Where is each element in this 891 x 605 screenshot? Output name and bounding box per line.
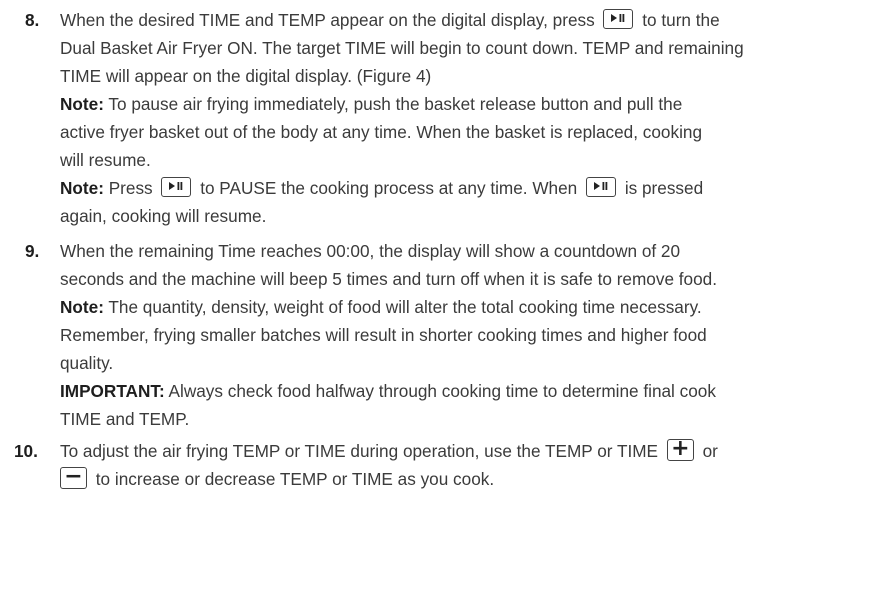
plus-icon: +	[666, 438, 694, 462]
step-text: to PAUSE the cooking process at any time…	[200, 178, 578, 198]
step-text: quality.	[60, 353, 114, 373]
step-text: TIME and TEMP.	[60, 409, 190, 429]
step-number: 10.	[14, 441, 38, 461]
step-8: 8. When the desired TIME and TEMP appear…	[25, 6, 880, 230]
note-label: Note:	[60, 178, 104, 198]
step-text: again, cooking will resume.	[60, 206, 267, 226]
manual-page: 8. When the desired TIME and TEMP appear…	[0, 0, 891, 605]
step-line: When the desired TIME and TEMP appear on…	[60, 6, 880, 34]
step-text: When the desired TIME and TEMP appear on…	[60, 10, 595, 30]
step-text: The quantity, density, weight of food wi…	[108, 297, 702, 317]
step-line: To adjust the air frying TEMP or TIME du…	[60, 437, 880, 465]
important-label: IMPORTANT:	[60, 381, 165, 401]
play-pause-icon	[603, 9, 634, 30]
step-text: Remember, frying smaller batches will re…	[60, 325, 707, 345]
step-text: will resume.	[60, 150, 151, 170]
step-number: 8.	[25, 10, 40, 30]
note-label: Note:	[60, 297, 104, 317]
step-text: To adjust the air frying TEMP or TIME du…	[60, 441, 659, 461]
step-text: TIME will appear on the digital display.…	[60, 66, 432, 86]
step-text: to turn the	[642, 10, 720, 30]
step-text: is pressed	[624, 178, 704, 198]
step-number: 9.	[25, 241, 40, 261]
step-10: 10. To adjust the air frying TEMP or TIM…	[14, 437, 880, 493]
note-label: Note:	[60, 94, 104, 114]
minus-icon: −	[60, 466, 87, 490]
play-pause-icon	[161, 177, 192, 198]
step-text: active fryer basket out of the body at a…	[60, 122, 703, 142]
step-text: To pause air frying immediately, push th…	[108, 94, 683, 114]
step-9: 9. When the remaining Time reaches 00:00…	[25, 237, 880, 433]
step-text: seconds and the machine will beep 5 time…	[60, 269, 718, 289]
step-text: or	[702, 441, 718, 461]
step-text: When the remaining Time reaches 00:00, t…	[60, 241, 681, 261]
step-text: to increase or decrease TEMP or TIME as …	[95, 469, 495, 489]
play-pause-icon	[586, 177, 617, 198]
step-line: − to increase or decrease TEMP or TIME a…	[60, 465, 880, 493]
step-text: Always check food halfway through cookin…	[168, 381, 716, 401]
step-text: Dual Basket Air Fryer ON. The target TIM…	[60, 38, 744, 58]
important-line: IMPORTANT: Always check food halfway thr…	[60, 377, 880, 405]
note-line: Note: The quantity, density, weight of f…	[60, 293, 880, 321]
note-line: Note: Press to PAUSE the cooking process…	[60, 174, 880, 202]
step-text: Press	[108, 178, 153, 198]
note-line: Note: To pause air frying immediately, p…	[60, 90, 880, 118]
